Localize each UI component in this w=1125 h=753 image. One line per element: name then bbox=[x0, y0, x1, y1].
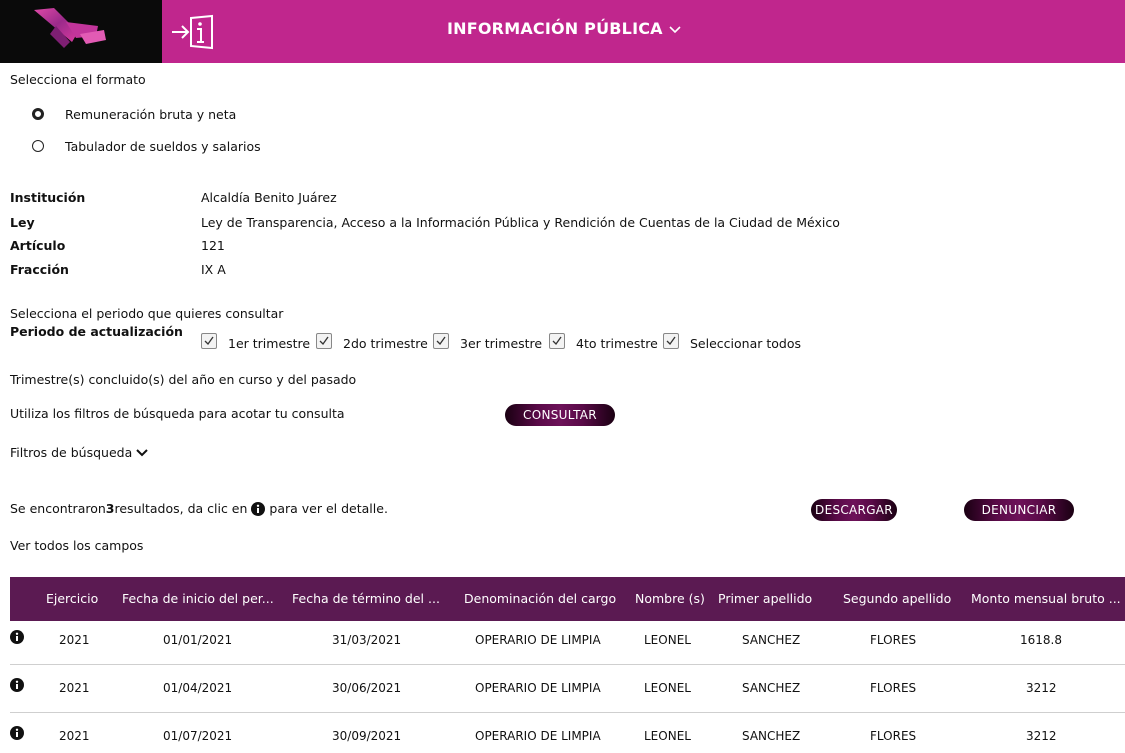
cell-ejercicio: 2021 bbox=[59, 729, 90, 743]
radio-remuneracion[interactable] bbox=[32, 108, 44, 120]
cell-cargo: OPERARIO DE LIMPIA bbox=[475, 633, 601, 647]
cell-fecha-inicio: 01/04/2021 bbox=[163, 681, 233, 695]
cell-fecha-termino: 31/03/2021 bbox=[332, 633, 402, 647]
checkbox-q2[interactable] bbox=[316, 333, 332, 349]
cell-monto: 3212 bbox=[1026, 729, 1057, 743]
checkbox-q4[interactable] bbox=[549, 333, 565, 349]
column-header[interactable]: Monto mensual bruto ... bbox=[971, 591, 1121, 606]
column-header[interactable]: Fecha de término del ... bbox=[292, 591, 440, 606]
fraction-label: Fracción bbox=[10, 262, 69, 277]
cell-primer-apellido: SANCHEZ bbox=[742, 729, 801, 743]
header-menu[interactable]: INFORMACIÓN PÚBLICA bbox=[447, 19, 681, 38]
filters-toggle-label: Filtros de búsqueda bbox=[10, 445, 133, 460]
info-icon[interactable] bbox=[10, 630, 24, 644]
cell-nombre: LEONEL bbox=[644, 633, 691, 647]
checkbox-label-q3[interactable]: 3er trimestre bbox=[460, 336, 542, 351]
cell-primer-apellido: SANCHEZ bbox=[742, 633, 801, 647]
info-icon[interactable] bbox=[10, 678, 24, 692]
check-icon bbox=[436, 336, 446, 346]
cell-cargo: OPERARIO DE LIMPIA bbox=[475, 729, 601, 743]
chevron-down-icon bbox=[136, 448, 148, 456]
radio-label-remuneracion[interactable]: Remuneración bruta y neta bbox=[65, 107, 236, 122]
cell-primer-apellido: SANCHEZ bbox=[742, 681, 801, 695]
institution-label: Institución bbox=[10, 190, 86, 205]
cell-ejercicio: 2021 bbox=[59, 681, 90, 695]
results-suffix: para ver el detalle. bbox=[269, 501, 388, 516]
table-row: 2021 01/01/2021 31/03/2021 OPERARIO DE L… bbox=[10, 617, 1125, 665]
article-label: Artículo bbox=[10, 238, 66, 253]
chevron-down-icon bbox=[669, 25, 681, 33]
article-value: 121 bbox=[201, 238, 225, 253]
cell-nombre: LEONEL bbox=[644, 729, 691, 743]
page-title: INFORMACIÓN PÚBLICA bbox=[447, 19, 663, 38]
cell-segundo-apellido: FLORES bbox=[870, 681, 917, 695]
checkbox-label-q1[interactable]: 1er trimestre bbox=[228, 336, 310, 351]
checkbox-label-q2[interactable]: 2do trimestre bbox=[343, 336, 428, 351]
results-summary: Se encontraron 3 resultados, da clic en … bbox=[10, 501, 388, 516]
column-header[interactable]: Nombre (s) bbox=[635, 591, 705, 606]
filters-toggle[interactable]: Filtros de búsqueda bbox=[10, 445, 148, 460]
column-header[interactable]: Fecha de inicio del per... bbox=[122, 591, 274, 606]
logo-graphic bbox=[34, 8, 106, 48]
consult-button[interactable]: CONSULTAR bbox=[505, 404, 615, 426]
checkbox-q1[interactable] bbox=[201, 333, 217, 349]
cell-ejercicio: 2021 bbox=[59, 633, 90, 647]
institution-value: Alcaldía Benito Juárez bbox=[201, 190, 337, 205]
check-icon bbox=[319, 336, 329, 346]
table-header: Ejercicio Fecha de inicio del per... Fec… bbox=[10, 577, 1125, 621]
cell-monto: 3212 bbox=[1026, 681, 1057, 695]
cell-nombre: LEONEL bbox=[644, 681, 691, 695]
column-header[interactable]: Segundo apellido bbox=[843, 591, 951, 606]
cell-fecha-inicio: 01/01/2021 bbox=[163, 633, 233, 647]
cell-segundo-apellido: FLORES bbox=[870, 729, 917, 743]
radio-label-tabulador[interactable]: Tabulador de sueldos y salarios bbox=[65, 139, 261, 154]
checkbox-q3[interactable] bbox=[433, 333, 449, 349]
results-prefix: Se encontraron bbox=[10, 501, 106, 516]
top-bar: INFORMACIÓN PÚBLICA bbox=[0, 0, 1125, 63]
cell-fecha-termino: 30/06/2021 bbox=[332, 681, 402, 695]
format-heading: Selecciona el formato bbox=[10, 72, 146, 87]
period-label: Periodo de actualización bbox=[10, 324, 183, 339]
cell-monto: 1618.8 bbox=[1020, 633, 1062, 647]
enter-info-icon[interactable] bbox=[170, 14, 220, 50]
law-label: Ley bbox=[10, 215, 35, 230]
table-row: 2021 01/04/2021 30/06/2021 OPERARIO DE L… bbox=[10, 665, 1125, 713]
law-value: Ley de Transparencia, Acceso a la Inform… bbox=[201, 215, 840, 230]
column-header[interactable]: Primer apellido bbox=[718, 591, 812, 606]
check-icon bbox=[204, 336, 214, 346]
fraction-value: IX A bbox=[201, 262, 226, 277]
logo[interactable] bbox=[0, 0, 162, 63]
checkbox-label-select-all[interactable]: Seleccionar todos bbox=[690, 336, 801, 351]
results-middle: resultados, da clic en bbox=[114, 501, 248, 516]
search-hint: Utiliza los filtros de búsqueda para aco… bbox=[10, 406, 345, 421]
column-header[interactable]: Ejercicio bbox=[46, 591, 98, 606]
cell-segundo-apellido: FLORES bbox=[870, 633, 917, 647]
all-fields-link[interactable]: Ver todos los campos bbox=[10, 538, 143, 553]
check-icon bbox=[666, 336, 676, 346]
column-header[interactable]: Denominación del cargo bbox=[464, 591, 616, 606]
table-row: 2021 01/07/2021 30/09/2021 OPERARIO DE L… bbox=[10, 713, 1125, 753]
results-count: 3 bbox=[105, 501, 115, 516]
radio-tabulador[interactable] bbox=[32, 140, 44, 152]
check-icon bbox=[552, 336, 562, 346]
report-button[interactable]: DENUNCIAR bbox=[964, 499, 1074, 521]
period-note: Trimestre(s) concluido(s) del año en cur… bbox=[10, 372, 357, 387]
checkbox-select-all[interactable] bbox=[663, 333, 679, 349]
cell-fecha-termino: 30/09/2021 bbox=[332, 729, 402, 743]
info-icon bbox=[251, 501, 266, 516]
cell-cargo: OPERARIO DE LIMPIA bbox=[475, 681, 601, 695]
period-heading: Selecciona el periodo que quieres consul… bbox=[10, 306, 284, 321]
info-icon[interactable] bbox=[10, 726, 24, 740]
checkbox-label-q4[interactable]: 4to trimestre bbox=[576, 336, 658, 351]
download-button[interactable]: DESCARGAR bbox=[811, 499, 897, 521]
cell-fecha-inicio: 01/07/2021 bbox=[163, 729, 233, 743]
